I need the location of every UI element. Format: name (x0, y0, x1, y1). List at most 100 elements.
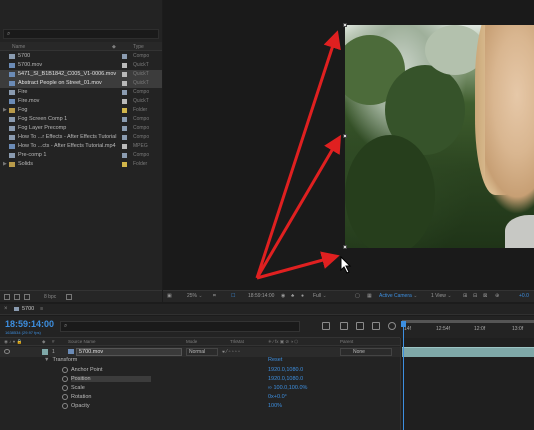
delete-icon[interactable] (66, 294, 72, 300)
source-name-header[interactable]: Source Name (68, 339, 96, 344)
timeline-icon[interactable]: ⊟ (473, 293, 477, 299)
label-color-swatch[interactable] (122, 153, 127, 158)
draft-3d-icon[interactable] (340, 322, 348, 330)
magnification-icon[interactable]: ▣ (167, 293, 172, 299)
project-search-field[interactable]: ⌕ (3, 29, 159, 39)
current-time-indicator-line[interactable] (403, 322, 404, 430)
label-color-swatch[interactable] (122, 63, 127, 68)
show-snapshot-icon[interactable]: ♣ (291, 293, 294, 299)
timeline-tab-label[interactable]: 5700 (22, 306, 34, 312)
label-color-swatch[interactable] (122, 81, 127, 86)
active-camera-dropdown[interactable]: Active Camera ⌄ (379, 293, 417, 299)
safe-margins-icon[interactable]: ⌗ (213, 293, 216, 299)
project-item[interactable]: 5700 Compo (0, 52, 162, 61)
exposure-value[interactable]: +0.0 (519, 293, 529, 299)
reset-link[interactable]: Reset (268, 357, 282, 363)
layer-name-field[interactable]: 5700.mov (76, 348, 182, 356)
project-item[interactable]: 5471_SI_B1B1842_C005_V1-0006.mov QuickT (0, 70, 162, 79)
property-row[interactable]: Rotation 0x+0.0° (0, 393, 400, 402)
visibility-eye-icon[interactable] (4, 349, 10, 354)
transparency-grid-icon[interactable]: ▦ (367, 293, 372, 299)
blend-mode-dropdown[interactable]: Normal (186, 348, 218, 356)
parent-header[interactable]: Parent (340, 339, 353, 344)
stopwatch-icon[interactable] (62, 403, 68, 409)
twirl-icon[interactable]: ▶ (3, 106, 8, 115)
label-color-swatch[interactable] (122, 135, 127, 140)
twirl-icon[interactable]: ▶ (3, 160, 8, 169)
views-dropdown[interactable]: 1 View ⌄ (431, 293, 452, 299)
property-value[interactable]: 1920.0,1080.0 (268, 367, 303, 373)
interpret-footage-icon[interactable] (4, 294, 10, 300)
property-value[interactable]: 100% (268, 403, 282, 409)
mode-header[interactable]: Mode (186, 339, 197, 344)
stopwatch-icon[interactable] (62, 367, 68, 373)
project-item[interactable]: Fog Screen Comp 1 Compo (0, 115, 162, 124)
bounding-box-handle-bottom-left[interactable] (343, 245, 347, 249)
project-item[interactable]: How To ...r Effects - After Effects Tuto… (0, 133, 162, 142)
twirl-down-icon[interactable]: ▼ (44, 357, 49, 363)
flowchart-icon[interactable]: ⊠ (483, 293, 487, 299)
type-column-header[interactable]: Type (133, 44, 144, 50)
snapshot-icon[interactable]: ◉ (281, 293, 285, 299)
property-value[interactable]: ∞ 100.0,100.0% (268, 385, 307, 391)
label-color-swatch[interactable] (122, 90, 127, 95)
region-of-interest-icon[interactable]: ▢ (355, 293, 360, 299)
project-item[interactable]: How To ...cts - After Effects Tutorial.m… (0, 142, 162, 151)
work-area-bar[interactable] (402, 320, 534, 323)
bounding-box-handle-mid-left[interactable] (343, 134, 347, 138)
layer-row[interactable]: 1 5700.mov Normal ⚹ ⁄ ▫ ▫ ▫ ▫ None (0, 347, 400, 357)
label-color-swatch[interactable] (122, 99, 127, 104)
project-item[interactable]: Fire Compo (0, 88, 162, 97)
bounding-box-handle-top-left[interactable] (343, 23, 347, 27)
label-color-swatch[interactable] (122, 162, 127, 167)
layer-label-color[interactable] (42, 349, 48, 355)
property-row[interactable]: Position 1920.0,1080.0 (0, 375, 400, 384)
layer-duration-bar[interactable] (402, 347, 534, 357)
viewer-timecode[interactable]: 18:59:14:00 (248, 293, 274, 299)
new-composition-icon[interactable] (24, 294, 30, 300)
mask-visibility-icon[interactable]: ☐ (231, 293, 235, 299)
reset-exposure-icon[interactable]: ⊕ (495, 293, 499, 299)
zoom-dropdown[interactable]: 25% ⌄ (187, 293, 203, 299)
new-folder-icon[interactable] (14, 294, 20, 300)
label-color-swatch[interactable] (122, 72, 127, 77)
project-item[interactable]: ▶ Solids Folder (0, 160, 162, 169)
property-row[interactable]: Anchor Point 1920.0,1080.0 (0, 366, 400, 375)
stopwatch-icon[interactable] (62, 376, 68, 382)
project-item[interactable]: 5700.mov QuickT (0, 61, 162, 70)
current-time-display[interactable]: 18:59:14:00 (5, 319, 54, 329)
composition-mini-flowchart-icon[interactable] (322, 322, 330, 330)
frame-blending-icon[interactable] (372, 322, 380, 330)
switch-icons[interactable]: ⚹ ⁄ ▫ ▫ ▫ ▫ (222, 349, 240, 355)
transform-group[interactable]: ▼ Transform (44, 357, 77, 363)
project-item[interactable]: Fog Layer Precomp Compo (0, 124, 162, 133)
parent-dropdown[interactable]: None (340, 348, 392, 356)
project-item[interactable]: ▶ Fog Folder (0, 106, 162, 115)
property-value[interactable]: 1920.0,1080.0 (268, 376, 303, 382)
label-color-swatch[interactable] (122, 117, 127, 122)
shy-layers-icon[interactable] (356, 322, 364, 330)
property-value[interactable]: 0x+0.0° (268, 394, 287, 400)
trkmat-header[interactable]: TrkMat (230, 339, 244, 344)
close-icon[interactable]: × (4, 306, 8, 312)
fast-preview-icon[interactable]: ⊞ (463, 293, 467, 299)
current-time-indicator-head[interactable] (401, 321, 406, 327)
label-color-swatch[interactable] (122, 126, 127, 131)
project-item[interactable]: Abstract People on Street_01.mov QuickT (0, 79, 162, 88)
motion-blur-icon[interactable] (388, 322, 396, 330)
name-column-header[interactable]: Name (12, 44, 25, 50)
footage-frame[interactable] (345, 25, 534, 248)
stopwatch-icon[interactable] (62, 385, 68, 391)
property-row[interactable]: Scale ∞ 100.0,100.0% (0, 384, 400, 393)
label-color-swatch[interactable] (122, 144, 127, 149)
project-item[interactable]: Fire.mov QuickT (0, 97, 162, 106)
bpc-toggle[interactable]: 8 bpc (44, 294, 56, 300)
property-row[interactable]: Opacity 100% (0, 402, 400, 411)
label-color-swatch[interactable] (122, 108, 127, 113)
project-item[interactable]: Pre-comp 1 Compo (0, 151, 162, 160)
resolution-dropdown[interactable]: Full ⌄ (313, 293, 327, 299)
stopwatch-icon[interactable] (62, 394, 68, 400)
time-ruler[interactable]: 14f 12:54f 12:0f 13:0f (400, 316, 534, 338)
label-color-swatch[interactable] (122, 54, 127, 59)
panel-menu-icon[interactable]: ≡ (40, 306, 43, 312)
